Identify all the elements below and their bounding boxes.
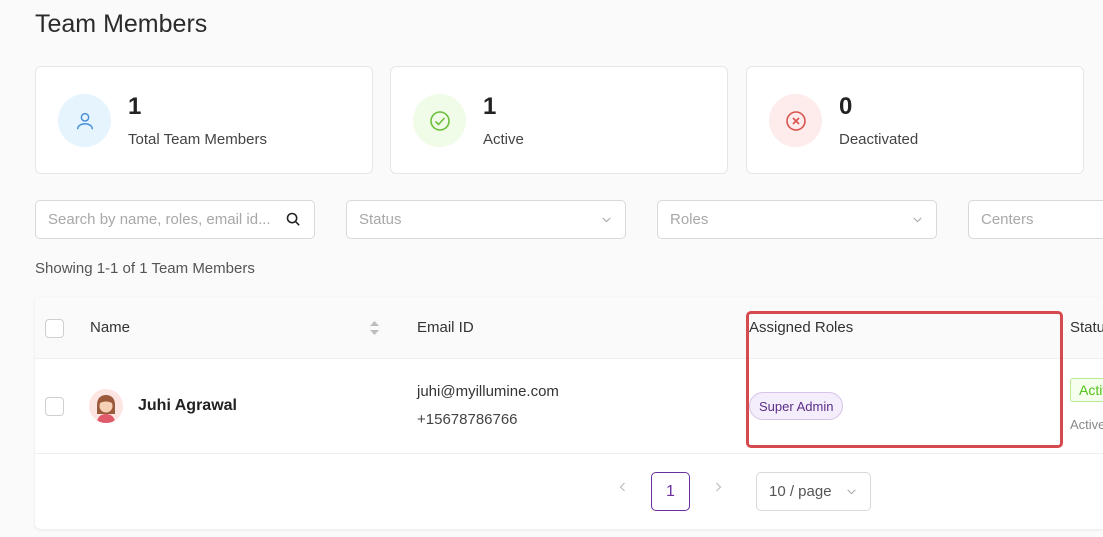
chevron-down-icon bbox=[845, 485, 858, 502]
pagination-next-button[interactable] bbox=[712, 480, 724, 499]
roles-select[interactable]: Roles bbox=[657, 200, 937, 239]
column-header-status: Status bbox=[1070, 319, 1103, 336]
sort-icon[interactable] bbox=[369, 320, 380, 341]
team-members-table: Name Email ID Assigned Roles Status Juhi… bbox=[35, 297, 1103, 529]
search-input[interactable] bbox=[48, 211, 280, 228]
stat-value: 1 bbox=[128, 93, 142, 120]
table-row[interactable]: Juhi Agrawal juhi@myillumine.com +156787… bbox=[35, 359, 1103, 454]
stat-label: Deactivated bbox=[839, 131, 919, 148]
chevron-down-icon bbox=[911, 213, 924, 230]
column-header-roles: Assigned Roles bbox=[749, 319, 854, 336]
stat-value: 0 bbox=[839, 93, 853, 120]
column-header-email: Email ID bbox=[417, 319, 474, 336]
page-size-select[interactable]: 10 / page bbox=[756, 472, 871, 511]
stat-card-deactivated: 0 Deactivated bbox=[746, 66, 1084, 174]
status-select[interactable]: Status bbox=[346, 200, 626, 239]
table-header: Name Email ID Assigned Roles Status bbox=[35, 297, 1103, 359]
user-icon bbox=[58, 94, 111, 147]
chevron-down-icon bbox=[600, 213, 613, 230]
close-circle-icon bbox=[769, 94, 822, 147]
centers-select[interactable]: Centers bbox=[968, 200, 1103, 239]
search-icon[interactable] bbox=[285, 211, 302, 232]
pagination-prev-button[interactable] bbox=[617, 480, 629, 499]
page-title: Team Members bbox=[35, 10, 208, 38]
pagination-page-1[interactable]: 1 bbox=[651, 472, 690, 511]
stat-label: Active bbox=[483, 131, 524, 148]
status-select-placeholder: Status bbox=[359, 211, 402, 228]
status-badge: Active bbox=[1070, 378, 1103, 402]
member-phone: +15678786766 bbox=[417, 411, 518, 428]
check-circle-icon bbox=[413, 94, 466, 147]
avatar bbox=[89, 389, 123, 423]
select-all-checkbox[interactable] bbox=[45, 319, 64, 338]
stat-card-total: 1 Total Team Members bbox=[35, 66, 373, 174]
roles-select-placeholder: Roles bbox=[670, 211, 709, 228]
centers-select-placeholder: Centers bbox=[981, 211, 1034, 228]
stat-value: 1 bbox=[483, 93, 497, 120]
page-size-value: 10 / page bbox=[769, 483, 832, 500]
role-badge: Super Admin bbox=[749, 392, 844, 420]
stat-card-active: 1 Active bbox=[390, 66, 728, 174]
status-subtext: Active bbox=[1070, 417, 1103, 432]
member-name[interactable]: Juhi Agrawal bbox=[138, 397, 237, 415]
search-box[interactable] bbox=[35, 200, 315, 239]
column-header-name: Name bbox=[90, 319, 131, 336]
results-count: Showing 1-1 of 1 Team Members bbox=[35, 260, 255, 277]
stat-label: Total Team Members bbox=[128, 131, 267, 148]
member-email: juhi@myillumine.com bbox=[417, 383, 559, 400]
row-checkbox[interactable] bbox=[45, 397, 64, 416]
